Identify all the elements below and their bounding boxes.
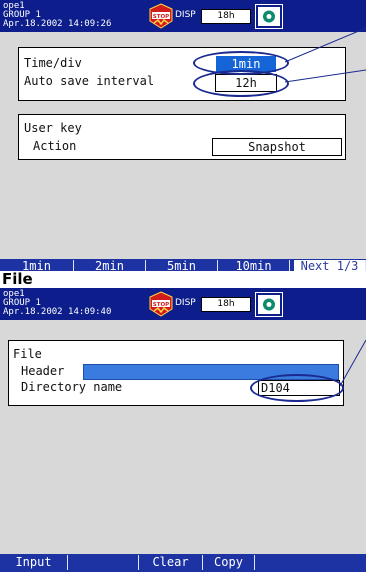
stop-badge-icon: STOP [149,3,173,29]
softkey-copy[interactable]: Copy [203,555,255,570]
callout-ellipse-directory [250,374,344,402]
screen-time-div-settings: ope1 GROUP 1 Apr.18.2002 14:09:26 STOP D… [0,0,366,271]
auto-save-interval-label: Auto save interval [24,74,155,88]
time-div-label: Time/div [24,56,82,70]
trend-span-indicator: 18h [201,297,251,312]
section-caption: File [2,270,33,288]
stop-badge-text: STOP [153,302,169,308]
disp-label: DISP [175,10,196,20]
file-title: File [13,347,42,361]
disk-icon [255,292,283,317]
action-value[interactable]: Snapshot [212,138,342,156]
softkey-bar: Input Clear Copy [0,554,366,572]
softkey-clear[interactable]: Clear [139,555,203,570]
header-label: Header [21,364,65,378]
stop-badge-text: STOP [153,14,169,20]
user-key-panel: User key Action Snapshot [18,114,346,160]
softkey-empty[interactable] [68,555,139,570]
date-time: Apr.18.2002 14:09:26 [3,19,112,29]
callout-ellipse-auto-save [193,70,289,97]
user-key-title: User key [24,121,82,135]
action-label: Action [33,139,77,153]
status-bar: ope1 GROUP 1 Apr.18.2002 14:09:26 STOP D… [0,0,366,32]
softkey-bar: 1min 2min 5min 10min Next 1/3 [0,259,366,271]
disk-icon [255,4,283,29]
softkey-2min[interactable]: 2min [74,260,146,271]
screen-file-settings: ope1 GROUP 1 Apr.18.2002 14:09:40 STOP D… [0,288,366,572]
softkey-next-page[interactable]: Next 1/3 [294,260,366,271]
status-bar: ope1 GROUP 1 Apr.18.2002 14:09:40 STOP D… [0,288,366,320]
stop-badge-icon: STOP [149,291,173,317]
trend-span-indicator: 18h [201,9,251,24]
disp-label: DISP [175,298,196,308]
date-time: Apr.18.2002 14:09:40 [3,307,112,317]
directory-name-label: Directory name [21,380,123,394]
softkey-5min[interactable]: 5min [146,260,218,271]
softkey-input[interactable]: Input [0,555,68,570]
softkey-10min[interactable]: 10min [218,260,290,271]
time-div-panel: Time/div 1min Auto save interval 12h [18,47,346,101]
